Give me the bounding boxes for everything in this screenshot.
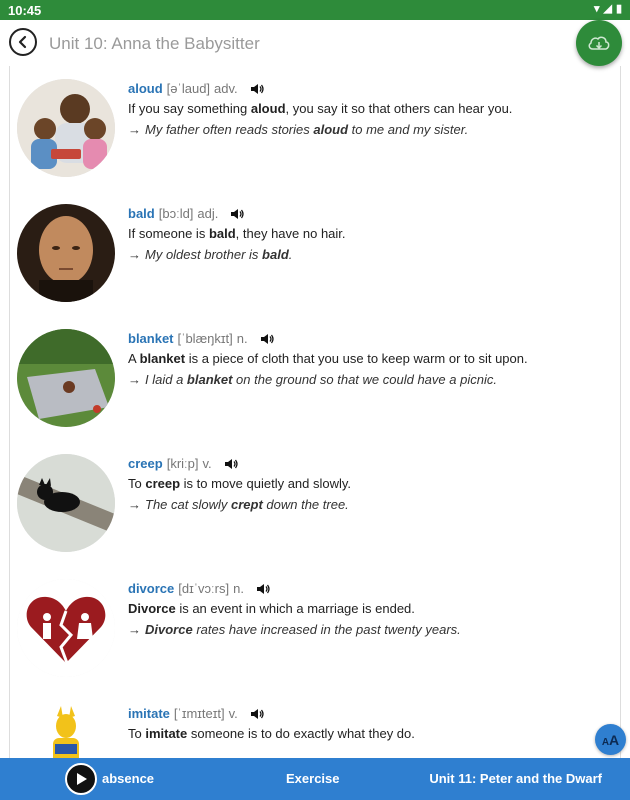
next-unit-button[interactable]: Unit 11: Peter and the Dwarf: [429, 771, 602, 786]
back-arrow-icon: [18, 35, 27, 49]
word-line: aloud [əˈlaud] adv.: [128, 79, 608, 99]
wifi-icon: ▾: [593, 3, 600, 15]
example-sentence: → My oldest brother is bald.: [128, 247, 293, 262]
definition: Divorce is an event in which a marriage …: [128, 601, 415, 616]
part-of-speech: v.: [202, 456, 212, 471]
status-icons: ▾ ◢ ▮: [594, 3, 622, 16]
part-of-speech: n.: [233, 581, 244, 596]
pronunciation: [dɪˈvɔːrs]: [178, 581, 230, 596]
entry-text: bald [bɔːld] adj. If someone is bald, th…: [128, 204, 608, 265]
speaker-icon[interactable]: [260, 332, 274, 346]
family-reading-photo: [17, 79, 115, 177]
word[interactable]: creep: [128, 454, 163, 474]
word-line: bald [bɔːld] adj.: [128, 204, 608, 224]
word-line: creep [kriːp] v.: [128, 454, 608, 474]
list-item: blanket [ˈblæŋkɪt] n. A blanket is a pie…: [10, 329, 620, 439]
exercise-button[interactable]: Exercise: [286, 771, 340, 786]
bald-man-photo: [17, 204, 115, 302]
black-cat-on-tree-photo: [17, 454, 115, 552]
example-sentence: → The cat slowly crept down the tree.: [128, 497, 349, 512]
word-line: blanket [ˈblæŋkɪt] n.: [128, 329, 608, 349]
battery-icon: ▮: [615, 3, 622, 15]
word[interactable]: imitate: [128, 704, 170, 724]
picnic-blanket-photo: [17, 329, 115, 427]
word[interactable]: bald: [128, 204, 155, 224]
definition: If you say something aloud, you say it s…: [128, 101, 513, 116]
list-item: creep [kriːp] v. To creep is to move qui…: [10, 454, 620, 564]
definition: To imitate someone is to do exactly what…: [128, 726, 415, 741]
font-size-button[interactable]: AA: [595, 724, 626, 755]
entry-text: aloud [əˈlaud] adv. If you say something…: [128, 79, 608, 140]
list-item: bald [bɔːld] adj. If someone is bald, th…: [10, 204, 620, 314]
list-item: divorce [dɪˈvɔːrs] n. Divorce is an even…: [10, 579, 620, 689]
signal-icon: ◢: [603, 3, 612, 15]
app-bar: Unit 10: Anna the Babysitter: [0, 20, 630, 66]
speaker-icon[interactable]: [256, 582, 270, 596]
part-of-speech: adv.: [214, 81, 238, 96]
definition: If someone is bald, they have no hair.: [128, 226, 346, 241]
download-button[interactable]: [576, 20, 622, 66]
speaker-icon[interactable]: [250, 707, 264, 721]
font-size-icon: AA: [601, 731, 620, 748]
word[interactable]: blanket: [128, 329, 174, 349]
entry-text: creep [kriːp] v. To creep is to move qui…: [128, 454, 608, 515]
example-sentence: → I laid a blanket on the ground so that …: [128, 372, 497, 387]
speaker-icon[interactable]: [230, 207, 245, 221]
entry-text: divorce [dɪˈvɔːrs] n. Divorce is an even…: [128, 579, 608, 640]
pronunciation: [əˈlaud]: [166, 81, 211, 96]
list-item: imitate [ˈɪmɪteɪt] v. To imitate someone…: [10, 704, 620, 758]
current-word-label[interactable]: absence: [102, 771, 154, 786]
definition: A blanket is a piece of cloth that you u…: [128, 351, 528, 366]
superhero-costume-photo: [17, 704, 115, 758]
list-item: aloud [əˈlaud] adv. If you say something…: [10, 79, 620, 189]
example-sentence: → Divorce rates have increased in the pas…: [128, 622, 461, 637]
status-time: 10:45: [8, 3, 42, 18]
pronunciation: [kriːp]: [166, 456, 199, 471]
back-button[interactable]: [9, 28, 37, 56]
part-of-speech: adj.: [197, 206, 219, 221]
word[interactable]: aloud: [128, 79, 163, 99]
pronunciation: [bɔːld]: [158, 206, 194, 221]
part-of-speech: v.: [228, 706, 238, 721]
part-of-speech: n.: [236, 331, 248, 346]
speaker-icon[interactable]: [224, 457, 238, 471]
cloud-download-icon: [588, 36, 610, 50]
word[interactable]: divorce: [128, 579, 174, 599]
vocabulary-list[interactable]: aloud [əˈlaud] adv. If you say something…: [9, 66, 621, 758]
definition: To creep is to move quietly and slowly.: [128, 476, 352, 491]
bottom-bar: absence Exercise Unit 11: Peter and the …: [0, 758, 630, 800]
entry-text: imitate [ˈɪmɪteɪt] v. To imitate someone…: [128, 704, 608, 744]
pronunciation: [ˈblæŋkɪt]: [177, 331, 233, 346]
status-bar: 10:45 ▾ ◢ ▮: [0, 0, 630, 20]
play-icon: [77, 773, 87, 785]
example-sentence: → My father often reads stories aloud to …: [128, 122, 469, 137]
pronunciation: [ˈɪmɪteɪt]: [173, 706, 225, 721]
page-title: Unit 10: Anna the Babysitter: [49, 34, 260, 53]
word-line: divorce [dɪˈvɔːrs] n.: [128, 579, 608, 599]
play-button[interactable]: [65, 763, 97, 795]
broken-heart-icon: [17, 579, 115, 677]
entry-text: blanket [ˈblæŋkɪt] n. A blanket is a pie…: [128, 329, 608, 390]
word-line: imitate [ˈɪmɪteɪt] v.: [128, 704, 608, 724]
speaker-icon[interactable]: [250, 82, 264, 96]
